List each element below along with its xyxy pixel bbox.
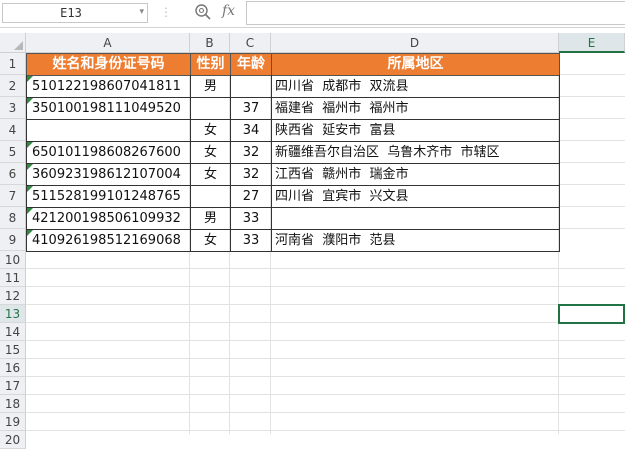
cell-a8[interactable]: 421200198506109932: [32, 209, 188, 229]
column-header-d[interactable]: D: [271, 33, 559, 53]
table-border: [26, 251, 560, 252]
row-header-11[interactable]: 11: [0, 269, 26, 287]
header-cell-gender[interactable]: 性别: [190, 53, 231, 76]
column-header-e[interactable]: E: [559, 33, 625, 53]
gridline: [559, 206, 625, 207]
cell-d5[interactable]: 新疆维吾尔自治区 乌鲁木齐市 市辖区: [275, 143, 558, 163]
row-header-10[interactable]: 10: [0, 251, 26, 269]
row-header-12[interactable]: 12: [0, 287, 26, 305]
cell-c4[interactable]: 34: [231, 121, 271, 141]
cell-a9[interactable]: 410926198512169068: [32, 231, 188, 251]
cell-d9[interactable]: 河南省 濮阳市 范县: [275, 231, 558, 251]
cell-c3[interactable]: 37: [231, 99, 271, 119]
drag-handle-icon[interactable]: ⋮: [160, 5, 172, 19]
cell-c5[interactable]: 32: [231, 143, 271, 163]
header-cell-name-id[interactable]: 姓名和身份证号码: [26, 53, 191, 76]
gridline: [26, 430, 625, 431]
table-border: [26, 207, 560, 208]
gridline: [26, 358, 625, 359]
row-header-14[interactable]: 14: [0, 323, 26, 341]
gridline: [559, 118, 625, 119]
row-header-15[interactable]: 15: [0, 341, 26, 359]
cell-d3[interactable]: 福建省 福州市 福州市: [275, 99, 558, 119]
cell-d6[interactable]: 江西省 赣州市 瑞金市: [275, 165, 558, 185]
gridline: [559, 96, 625, 97]
fx-icon[interactable]: fx: [222, 3, 235, 19]
formula-input[interactable]: [246, 1, 625, 25]
table-border: [26, 229, 560, 230]
header-cell-age[interactable]: 年龄: [230, 53, 272, 76]
row-header-2[interactable]: 2: [0, 75, 26, 97]
cell-b3[interactable]: [191, 99, 230, 119]
cell-a3[interactable]: 350100198111049520: [32, 99, 188, 119]
column-header-a[interactable]: A: [26, 33, 190, 53]
cell-d8[interactable]: [275, 209, 558, 229]
name-box[interactable]: E13 ▾: [2, 3, 148, 23]
row-header-4[interactable]: 4: [0, 119, 26, 141]
cell-a4[interactable]: [32, 121, 188, 141]
name-box-value: E13: [60, 6, 82, 20]
row-header-8[interactable]: 8: [0, 207, 26, 229]
gridline: [26, 322, 625, 323]
cell-b6[interactable]: 女: [191, 165, 230, 185]
chevron-down-icon[interactable]: ▾: [139, 7, 144, 17]
row-header-9[interactable]: 9: [0, 229, 26, 251]
active-cell-e13[interactable]: [558, 304, 625, 324]
column-header-c[interactable]: C: [230, 33, 271, 53]
row-header-17[interactable]: 17: [0, 377, 26, 395]
gridline: [26, 268, 625, 269]
row-header-1[interactable]: 1: [0, 53, 26, 75]
gridline: [559, 228, 625, 229]
cell-b8[interactable]: 男: [191, 209, 230, 229]
cell-a5[interactable]: 650101198608267600: [32, 143, 188, 163]
row-header-3[interactable]: 3: [0, 97, 26, 119]
table-border: [26, 119, 560, 120]
column-header-b[interactable]: B: [190, 33, 230, 53]
cell-c7[interactable]: 27: [231, 187, 271, 207]
cell-a7[interactable]: 511528199101248765: [32, 187, 188, 207]
gridline: [559, 140, 625, 141]
cell-d7[interactable]: 四川省 宜宾市 兴文县: [275, 187, 558, 207]
row-header-6[interactable]: 6: [0, 163, 26, 185]
row-header-19[interactable]: 19: [0, 413, 26, 431]
cell-b2[interactable]: 男: [191, 77, 230, 97]
table-border: [26, 141, 560, 142]
gridline: [559, 162, 625, 163]
row-header-7[interactable]: 7: [0, 185, 26, 207]
cell-a6[interactable]: 360923198612107004: [32, 165, 188, 185]
row-header-18[interactable]: 18: [0, 395, 26, 413]
cell-d2[interactable]: 四川省 成都市 双流县: [275, 77, 558, 97]
gridline: [26, 340, 625, 341]
gridline: [26, 376, 625, 377]
gridline: [26, 394, 625, 395]
cell-b5[interactable]: 女: [191, 143, 230, 163]
row-header-5[interactable]: 5: [0, 141, 26, 163]
gridline: [26, 304, 625, 305]
select-all-button[interactable]: [0, 33, 26, 53]
cell-c6[interactable]: 32: [231, 165, 271, 185]
formula-bar: E13 ▾ ⋮ fx: [0, 0, 625, 28]
cell-c9[interactable]: 33: [231, 231, 271, 251]
table-border: [26, 163, 560, 164]
cell-d4[interactable]: 陕西省 延安市 富县: [275, 121, 558, 141]
row-header-16[interactable]: 16: [0, 359, 26, 377]
zoom-icon[interactable]: [194, 3, 212, 21]
cell-c8[interactable]: 33: [231, 209, 271, 229]
header-cell-region[interactable]: 所属地区: [271, 53, 560, 76]
cell-a2[interactable]: 510122198607041811: [32, 77, 188, 97]
cell-c2[interactable]: [231, 77, 271, 97]
table-border: [26, 97, 560, 98]
row-header-13[interactable]: 13: [0, 305, 26, 323]
gridline: [559, 184, 625, 185]
gridline: [26, 412, 625, 413]
gridline: [26, 286, 625, 287]
cell-b4[interactable]: 女: [191, 121, 230, 141]
cell-b9[interactable]: 女: [191, 231, 230, 251]
gridline: [559, 74, 625, 75]
table-border: [26, 185, 560, 186]
cell-b7[interactable]: [191, 187, 230, 207]
